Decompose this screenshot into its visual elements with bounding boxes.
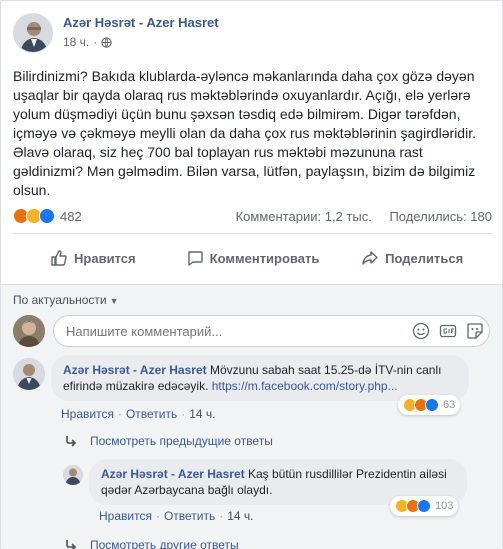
view-more-replies-label: Посмотреть другие ответы (90, 538, 239, 549)
view-previous-replies[interactable]: Посмотреть предыдущие ответы (65, 434, 273, 448)
summary-counts: Комментарии: 1,2 тыс. Поделились: 180 (236, 209, 492, 224)
emoji-icon[interactable] (412, 322, 430, 340)
composer-icons (403, 322, 484, 340)
separator: · (117, 407, 122, 421)
post-time[interactable]: 18 ч. (63, 35, 89, 49)
author-avatar[interactable] (13, 13, 53, 53)
reply-like-link[interactable]: Нравится (99, 509, 152, 523)
sort-label: По актуальности (13, 293, 107, 307)
post-text: Bilirdinizmi? Bakıda klublarda-əyləncə m… (13, 68, 476, 198)
like-icon (425, 398, 439, 412)
comment-time[interactable]: 14 ч. (189, 407, 215, 421)
like-label: Нравится (74, 250, 136, 266)
reactions-summary[interactable]: 482 (13, 208, 82, 224)
comment-link[interactable]: https://m.facebook.com/story.php... (212, 379, 398, 393)
comment-reactions[interactable]: 63 (398, 395, 461, 415)
share-button[interactable]: Поделиться (332, 238, 492, 278)
reply-actions: Нравится · Ответить · 14 ч. (99, 509, 254, 523)
user-avatar (13, 315, 45, 347)
caret-down-icon: ▼ (109, 296, 119, 306)
comment-composer (13, 315, 492, 349)
separator: · (155, 509, 160, 523)
sticker-icon[interactable] (466, 322, 484, 340)
reply-reactions[interactable]: 103 (390, 496, 459, 516)
action-bar: Нравится Комментировать Поделиться (13, 238, 492, 278)
reply-author[interactable]: Azər Həsrət - Azer Hasret (101, 467, 245, 481)
divider (13, 233, 492, 234)
shares-count[interactable]: Поделились: 180 (389, 209, 492, 224)
share-icon (362, 251, 378, 265)
thumbs-up-icon (51, 250, 67, 266)
comment-button[interactable]: Комментировать (173, 238, 333, 278)
meta-separator: · (93, 35, 98, 49)
like-button[interactable]: Нравится (13, 238, 173, 278)
separator: · (219, 509, 224, 523)
comment-reply-link[interactable]: Ответить (126, 407, 177, 421)
view-more-replies[interactable]: Посмотреть другие ответы (65, 538, 239, 549)
reply-arrow-icon (66, 540, 77, 549)
post-summary: 482 Комментарии: 1,2 тыс. Поделились: 18… (13, 206, 492, 228)
sort-dropdown[interactable]: По актуальности ▼ (13, 293, 119, 307)
comments-count[interactable]: Комментарии: 1,2 тыс. (236, 209, 372, 224)
post-card: Azər Həsrət - Azer Hasret 18 ч. · Bilird… (0, 0, 503, 549)
post-meta: 18 ч. · (63, 35, 112, 49)
reply-author-avatar[interactable] (63, 465, 83, 485)
share-label: Поделиться (385, 250, 464, 266)
like-icon (417, 499, 431, 513)
comment-label: Комментировать (209, 250, 320, 266)
comment-actions: Нравится · Ответить · 14 ч. (61, 407, 216, 421)
reply-time[interactable]: 14 ч. (227, 509, 253, 523)
comment-author-avatar[interactable] (13, 358, 45, 390)
reply-reaction-count: 103 (435, 500, 454, 512)
comment-like-link[interactable]: Нравится (61, 407, 114, 421)
author-name[interactable]: Azər Həsrət - Azer Hasret (63, 15, 219, 30)
comments-section: По актуальности ▼ Напишите комментарий..… (1, 284, 502, 549)
comment-icon (187, 251, 203, 266)
gif-icon[interactable] (439, 322, 457, 340)
comment-author[interactable]: Azər Həsrət - Azer Hasret (63, 363, 207, 377)
comment-reaction-count: 63 (443, 399, 456, 411)
globe-icon (101, 36, 112, 48)
view-previous-replies-label: Посмотреть предыдущие ответы (90, 434, 273, 448)
reaction-count: 482 (60, 208, 82, 224)
reply-reply-link[interactable]: Ответить (164, 509, 215, 523)
like-icon (39, 208, 55, 224)
separator: · (181, 407, 186, 421)
reply-arrow-icon (66, 436, 77, 447)
